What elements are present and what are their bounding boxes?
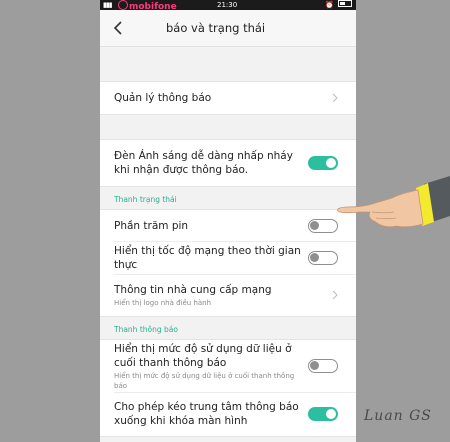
network-speed-item[interactable]: Hiển thị tốc độ mạng theo thời gian thực xyxy=(100,241,356,274)
network-speed-toggle[interactable] xyxy=(308,250,338,265)
data-usage-toggle[interactable] xyxy=(308,359,338,373)
item-subtitle: Hiển thị mức độ sử dụng dữ liệu ở cuối t… xyxy=(114,371,295,390)
status-bar: ▮▮▮ mobifone 21:30 ⏰ xyxy=(100,0,356,10)
app-header: báo và trạng thái xyxy=(100,10,356,47)
group-notification-management: Quản lý thông báo xyxy=(100,81,356,115)
item-label: Phần trăm pin xyxy=(114,219,189,232)
item-label: Cho phép kéo trung tâm thông báo xuống k… xyxy=(114,401,299,427)
led-blink-toggle[interactable] xyxy=(308,156,338,170)
manage-notifications-item[interactable]: Quản lý thông báo xyxy=(100,82,356,114)
item-label: Quản lý thông báo xyxy=(114,92,212,104)
item-label: Hiển thị tốc độ mạng theo thời gian thực xyxy=(114,244,301,271)
chevron-right-icon xyxy=(332,290,338,300)
carrier-info-item[interactable]: Thông tin nhà cung cấp mạng Hiển thị log… xyxy=(100,274,356,316)
carrier-name: mobifone xyxy=(129,2,177,10)
battery-percentage-item[interactable]: Phần trăm pin xyxy=(100,210,356,241)
pull-down-lockscreen-toggle[interactable] xyxy=(308,407,338,421)
section-title-status-bar: Thanh trạng thái xyxy=(114,195,177,204)
item-label: Đèn Ánh sáng dễ dàng nhấp nháy khi nhận … xyxy=(114,150,293,176)
data-usage-item[interactable]: Hiển thị mức độ sử dụng dữ liệu ở cuối t… xyxy=(100,340,356,392)
carrier-logo: mobifone xyxy=(118,0,178,10)
phone-screen: ▮▮▮ mobifone 21:30 ⏰ báo và trạng thái Q… xyxy=(100,0,356,442)
battery-icon xyxy=(338,0,352,7)
led-blink-item[interactable]: Đèn Ánh sáng dễ dàng nhấp nháy khi nhận … xyxy=(100,140,356,186)
section-title-notification-bar: Thanh thông báo xyxy=(114,325,178,334)
page-title: báo và trạng thái xyxy=(166,21,266,35)
group-status-bar: Phần trăm pin Hiển thị tốc độ mạng theo … xyxy=(100,209,356,317)
alarm-icon: ⏰ xyxy=(325,1,335,9)
clock: 21:30 xyxy=(217,1,238,9)
item-subtitle: Hiển thị logo nhà điều hành xyxy=(114,298,212,307)
chevron-right-icon xyxy=(332,93,338,103)
status-icons: ⏰ xyxy=(325,0,352,10)
group-led: Đèn Ánh sáng dễ dàng nhấp nháy khi nhận … xyxy=(100,139,356,187)
watermark-signature: Luan GS xyxy=(364,408,432,424)
pointing-hand-icon xyxy=(337,176,450,228)
signal-icon: ▮▮▮ xyxy=(103,1,113,9)
item-label: Hiển thị mức độ sử dụng dữ liệu ở cuối t… xyxy=(114,342,292,369)
item-label: Thông tin nhà cung cấp mạng xyxy=(114,283,272,296)
group-notification-bar: Hiển thị mức độ sử dụng dữ liệu ở cuối t… xyxy=(100,339,356,437)
back-arrow-icon[interactable] xyxy=(110,19,128,37)
pull-down-lockscreen-item[interactable]: Cho phép kéo trung tâm thông báo xuống k… xyxy=(100,392,356,436)
